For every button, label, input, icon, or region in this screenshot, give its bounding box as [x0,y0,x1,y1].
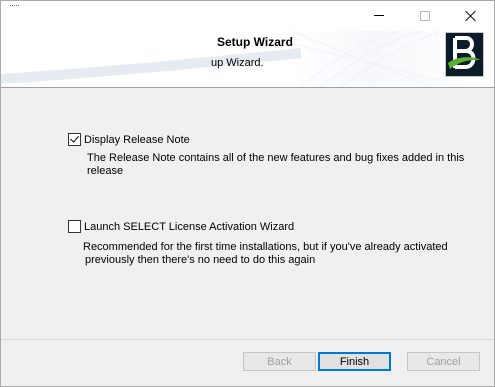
license-wizard-description-line1: Recommended for the first time installat… [83,241,448,253]
wizard-banner: Setup Wizard up Wizard. [1,31,494,87]
release-note-option[interactable]: Display Release Note [68,133,190,146]
license-wizard-checkbox[interactable] [68,220,81,233]
minimize-button[interactable] [356,1,402,30]
setup-wizard-window: Setup Wizard up Wizard. Display Release … [0,0,495,387]
wizard-subtitle: up Wizard. [211,57,264,69]
cancel-button[interactable]: Cancel [407,352,480,371]
license-wizard-label[interactable]: Launch SELECT License Activation Wizard [84,221,294,233]
release-note-checkbox[interactable] [68,133,81,146]
maximize-icon [420,10,430,21]
release-note-label[interactable]: Display Release Note [84,134,190,146]
minimize-icon [374,15,384,16]
wizard-title: Setup Wizard [217,35,293,49]
release-note-description: The Release Note contains all of the new… [87,152,465,177]
back-button[interactable]: Back [243,352,316,371]
title-bar [1,1,494,31]
license-wizard-option[interactable]: Launch SELECT License Activation Wizard [68,220,294,233]
footer-divider [1,339,494,340]
finish-button[interactable]: Finish [318,352,391,371]
close-button[interactable] [448,1,494,30]
app-icon [10,5,19,8]
license-wizard-description: Recommended for the first time installat… [83,241,483,267]
banner-divider [1,87,494,88]
license-wizard-description-line2: previously then there's no need to do th… [85,254,316,266]
maximize-button[interactable] [402,1,448,30]
bentley-logo-icon [445,32,484,77]
close-icon [465,10,477,22]
